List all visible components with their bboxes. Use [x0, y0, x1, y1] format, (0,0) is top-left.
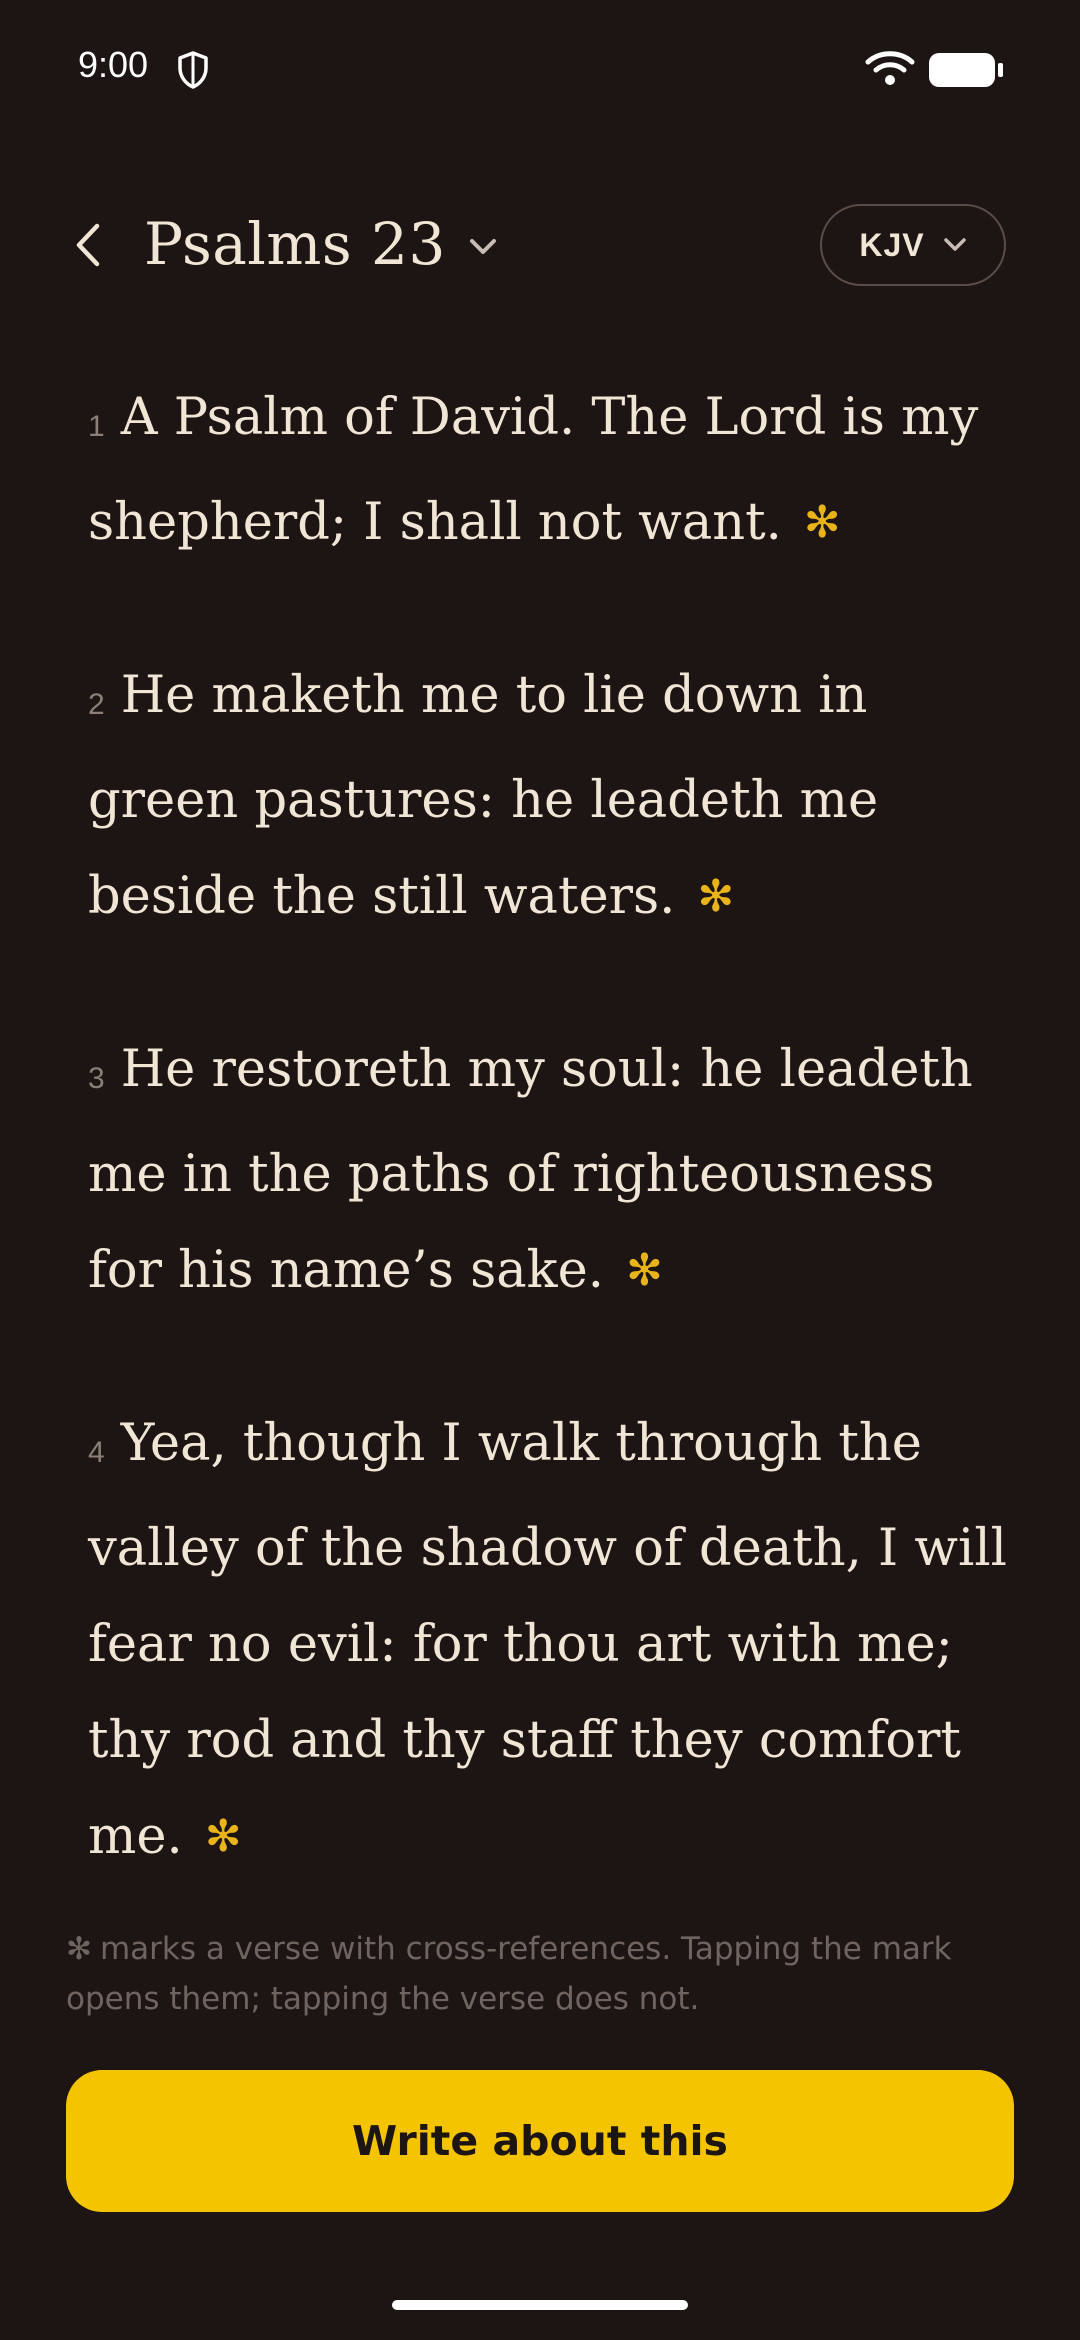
verse-number: 1 [88, 410, 105, 443]
shield-icon [176, 50, 210, 90]
chevron-down-icon [943, 238, 966, 251]
battery-icon [928, 52, 1004, 88]
back-button[interactable] [56, 210, 120, 280]
write-about-this-button[interactable]: Write about this [66, 2070, 1014, 2212]
status-bar: 9:00 [0, 0, 1080, 140]
cross-reference-icon[interactable]: ✻ [804, 501, 841, 545]
cross-reference-icon[interactable]: ✻ [205, 1815, 242, 1859]
verse-3[interactable]: 3 He restoreth my soul: he leadeth me in … [88, 1022, 1018, 1319]
version-label: KJV [859, 226, 925, 263]
cross-reference-icon[interactable]: ✻ [626, 1249, 663, 1293]
status-time: 9:00 [78, 44, 149, 85]
version-selector-button[interactable]: KJV [820, 204, 1006, 286]
footnote-text: marks a verse with cross-references. Tap… [66, 1931, 952, 2017]
chevron-left-icon [76, 223, 100, 267]
chevron-down-icon [469, 239, 496, 254]
reader-header: Psalms 23 KJV [0, 190, 1080, 300]
verse-list: 1A Psalm of David. The Lord is my shephe… [88, 370, 1018, 1962]
cross-reference-icon[interactable]: ✻ [697, 875, 734, 919]
verse-text: He maketh me to lie down in green pastur… [88, 666, 879, 926]
verse-text: Yea, though I walk through the valley of… [88, 1414, 1007, 1866]
verse-number: 2 [88, 688, 105, 721]
verse-1[interactable]: 1A Psalm of David. The Lord is my shephe… [88, 370, 1018, 571]
cross-reference-legend-icon: ✻ [66, 1931, 92, 1967]
verse-2[interactable]: 2 He maketh me to lie down in green pastu… [88, 648, 1018, 945]
verse-4[interactable]: 4 Yea, though I walk through the valley o… [88, 1396, 1018, 1885]
verse-number: 3 [88, 1062, 105, 1095]
home-indicator[interactable] [392, 2300, 688, 2310]
verse-number: 4 [88, 1436, 105, 1469]
cta-label: Write about this [352, 2117, 728, 2165]
chapter-title: Psalms 23 [144, 210, 446, 278]
verse-text: He restoreth my soul: he leadeth me in t… [88, 1040, 973, 1300]
wifi-icon [864, 48, 916, 88]
cross-reference-footnote: ✻ marks a verse with cross-references. Ta… [66, 1924, 1016, 2024]
verse-text: A Psalm of David. The Lord is my shepher… [88, 388, 979, 552]
chapter-selector[interactable]: Psalms 23 [144, 204, 498, 284]
